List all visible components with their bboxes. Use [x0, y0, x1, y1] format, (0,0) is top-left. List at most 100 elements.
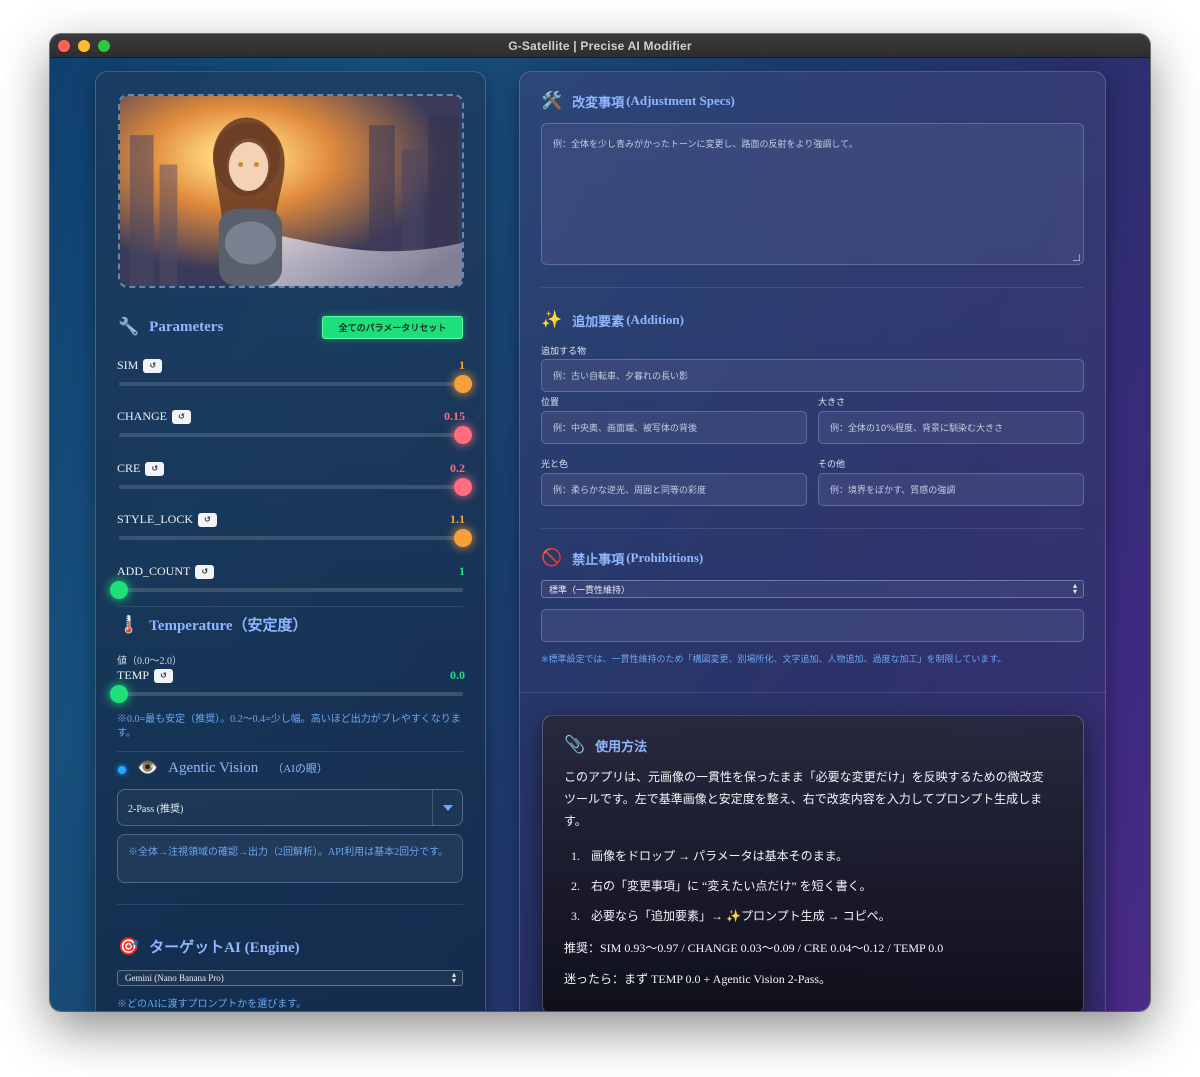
- close-window-button[interactable]: [58, 40, 70, 52]
- slider-temp: TEMP ↺ 0.0: [110, 668, 467, 708]
- updown-icon: ▴ ▾: [1072, 581, 1077, 596]
- prohibitions-header: 🚫 禁止事項 (Prohibitions): [541, 548, 703, 568]
- reference-image: [120, 96, 462, 286]
- updown-icon: ▴ ▾: [451, 970, 456, 985]
- usage-header: 📎 使用方法: [564, 735, 647, 755]
- position-input[interactable]: 例：中央奥、画面端、被写体の背後: [541, 411, 807, 444]
- adjustment-textarea[interactable]: 例：全体を少し青みがかったトーンに変更し、路面の反射をより強調して。: [541, 123, 1084, 265]
- slider-label: CRE ↺: [117, 461, 165, 476]
- slider-thumb[interactable]: [454, 478, 472, 496]
- addition-item-input[interactable]: 例：古い自転車、夕暮れの長い影: [541, 359, 1084, 392]
- agentic-vision-selected: 2-Pass (推奨): [128, 804, 184, 815]
- window-controls: [58, 40, 110, 52]
- slider-label: TEMP ↺: [117, 668, 174, 683]
- usage-title: 使用方法: [595, 738, 648, 754]
- slider-cre: CRE ↺ 0.2: [117, 461, 472, 501]
- addition-subtitle: (Addition): [626, 312, 684, 327]
- slider-value: 1: [459, 564, 465, 578]
- adjustment-header: 🛠️ 改変事項 (Adjustment Specs): [541, 91, 735, 111]
- light-label: 光と色: [541, 460, 569, 470]
- light-placeholder: 例：柔らかな逆光、周囲と同等の彩度: [553, 486, 707, 496]
- slider-value: 0.0: [450, 668, 465, 682]
- slider-track[interactable]: [110, 685, 463, 703]
- slider-thumb[interactable]: [454, 426, 472, 444]
- divider: [520, 692, 1107, 693]
- size-input[interactable]: 例：全体の10%程度、背景に馴染む大きさ: [818, 411, 1084, 444]
- slider-thumb[interactable]: [454, 375, 472, 393]
- adjustment-placeholder: 例：全体を少し青みがかったトーンに変更し、路面の反射をより強調して。: [553, 140, 858, 150]
- reset-icon[interactable]: ↺: [143, 358, 163, 373]
- right-panel: 🛠️ 改変事項 (Adjustment Specs) 例：全体を少し青みがかった…: [519, 71, 1107, 1011]
- sparkles-icon: ✨: [541, 310, 563, 330]
- agentic-vision-subtitle: （AIの眼）: [272, 763, 328, 775]
- slider-thumb[interactable]: [454, 529, 472, 547]
- slider-track[interactable]: [119, 478, 472, 496]
- divider: [541, 287, 1084, 288]
- slider-sim: SIM ↺ 1: [117, 358, 472, 398]
- slider-label: CHANGE ↺: [117, 409, 191, 424]
- slider-value: 0.2: [450, 461, 465, 475]
- reset-all-parameters-button[interactable]: 全てのパラメータリセット: [322, 316, 463, 339]
- usage-intro-line3: す。: [564, 814, 587, 828]
- reset-icon[interactable]: ↺: [172, 409, 191, 424]
- image-drop-zone[interactable]: [118, 94, 464, 288]
- resize-handle[interactable]: [1073, 254, 1080, 261]
- eye-icon: 👁️: [137, 758, 159, 778]
- app-window: G-Satellite | Precise AI Modifier 🔧 Para…: [50, 34, 1150, 1011]
- slider-add-count: ADD_COUNT ↺ 1: [110, 564, 467, 604]
- other-input[interactable]: 例：境界をぼかす、質感の強調: [818, 473, 1084, 506]
- slider-thumb[interactable]: [110, 685, 128, 703]
- slider-name: CHANGE: [117, 409, 167, 423]
- reset-icon[interactable]: ↺: [195, 564, 215, 579]
- temperature-title: Temperature（安定度）: [149, 618, 308, 634]
- divider: [117, 904, 463, 905]
- usage-card: 📎 使用方法 このアプリは、元画像の一貫性を保ったまま「必要な変更だけ」を反映す…: [542, 715, 1084, 1011]
- position-placeholder: 例：中央奥、画面端、被写体の背後: [553, 424, 698, 434]
- light-input[interactable]: 例：柔らかな逆光、周囲と同等の彩度: [541, 473, 807, 506]
- slider-track[interactable]: [119, 375, 472, 393]
- addition-title: 追加要素: [572, 313, 625, 329]
- slider-name: SIM: [117, 358, 139, 372]
- tools-icon: 🛠️: [541, 91, 563, 111]
- no-entry-icon: 🚫: [541, 548, 563, 568]
- target-ai-note: ※どのAIに渡すプロンプトかを選びます。: [117, 999, 307, 1010]
- reset-icon[interactable]: ↺: [145, 461, 165, 476]
- usage-step: 1. 画像をドロップ → パラメータは基本そのまま。: [571, 849, 849, 863]
- usage-intro-line2: ツールです。左で基準画像と安定度を整え、右で改変内容を入力してプロンプト生成しま: [564, 792, 1043, 806]
- slider-label: ADD_COUNT ↺: [117, 564, 215, 579]
- size-label: 大きさ: [818, 398, 846, 408]
- usage-intro-line1: このアプリは、元画像の一貫性を保ったまま「必要な変更だけ」を反映するための微改変: [564, 770, 1044, 784]
- slider-label: SIM ↺: [117, 358, 163, 373]
- agentic-vision-select[interactable]: 2-Pass (推奨): [117, 789, 463, 826]
- divider: [117, 751, 463, 752]
- slider-track[interactable]: [110, 581, 463, 599]
- usage-fallback: 迷ったら：まず TEMP 0.0 + Agentic Vision 2-Pass…: [564, 972, 832, 986]
- slider-thumb[interactable]: [110, 581, 128, 599]
- adjustment-subtitle: (Adjustment Specs): [626, 93, 735, 108]
- minimize-window-button[interactable]: [78, 40, 90, 52]
- prohibitions-selected: 標準（一貫性維持）: [549, 585, 631, 596]
- slider-track[interactable]: [119, 529, 472, 547]
- slider-style-lock: STYLE_LOCK ↺ 1.1: [117, 512, 472, 552]
- target-ai-header: 🎯 ターゲットAI (Engine): [118, 936, 300, 957]
- temperature-range-label: 値（0.0〜2.0）: [117, 656, 182, 667]
- agentic-vision-title: Agentic Vision: [168, 759, 259, 776]
- other-placeholder: 例：境界をぼかす、質感の強調: [830, 486, 956, 496]
- prohibitions-select[interactable]: 標準（一貫性維持） ▴ ▾: [541, 580, 1084, 598]
- reset-icon[interactable]: ↺: [198, 512, 217, 527]
- addition-item-label: 追加する物: [541, 347, 587, 357]
- title-bar: G-Satellite | Precise AI Modifier: [50, 34, 1150, 58]
- slider-name: ADD_COUNT: [117, 564, 191, 578]
- usage-recommend: 推奨：SIM 0.93〜0.97 / CHANGE 0.03〜0.09 / CR…: [564, 941, 944, 955]
- reset-icon[interactable]: ↺: [154, 668, 174, 683]
- divider: [117, 606, 463, 607]
- maximize-window-button[interactable]: [98, 40, 110, 52]
- target-ai-select[interactable]: Gemini (Nano Banana Pro) ▴ ▾: [117, 970, 463, 986]
- agentic-vision-status-dot: [118, 766, 126, 774]
- prohibitions-input[interactable]: [541, 609, 1084, 642]
- parameters-title: Parameters: [149, 318, 224, 335]
- addition-header: ✨ 追加要素 (Addition): [541, 310, 684, 330]
- addition-item-placeholder: 例：古い自転車、夕暮れの長い影: [553, 372, 689, 382]
- temperature-note: ※0.0=最も安定（推奨）。0.2〜0.4=少し幅。高いほど出力がブレやすくなり…: [117, 714, 461, 739]
- slider-track[interactable]: [119, 426, 472, 444]
